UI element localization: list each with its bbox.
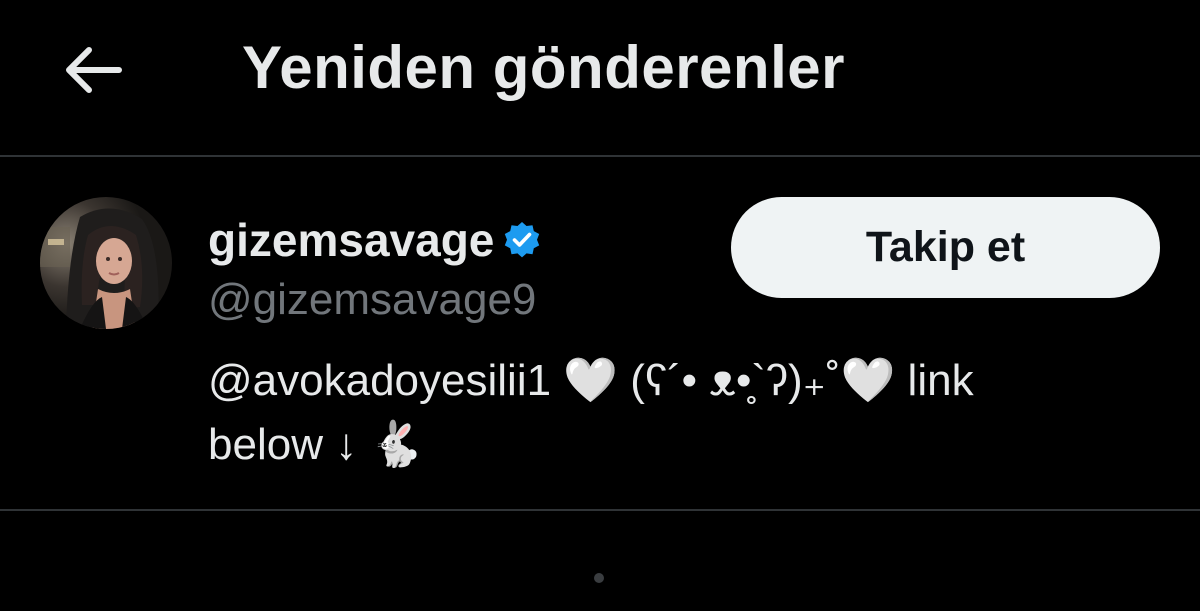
follow-button[interactable]: Takip et xyxy=(731,197,1160,298)
name-line: gizemsavage xyxy=(208,212,542,268)
display-name[interactable]: gizemsavage xyxy=(208,213,494,267)
bio-mention-link[interactable]: @avokadoyesilii1 xyxy=(208,356,551,405)
bio-text: 🤍 (ʕ´• ᴥ•̥`ʔ)₊˚🤍 link xyxy=(563,356,974,405)
bio-line-2: below ↓ 🐇 xyxy=(208,420,425,469)
user-list-item[interactable]: gizemsavage @gizemsavage9 Takip et @avok… xyxy=(0,157,1200,509)
page-title: Yeniden gönderenler xyxy=(242,34,845,101)
user-handle: @gizemsavage9 xyxy=(208,275,537,324)
loading-indicator xyxy=(594,573,604,583)
verified-badge-icon xyxy=(502,220,542,260)
user-bio: @avokadoyesilii1 🤍 (ʕ´• ᴥ•̥`ʔ)₊˚🤍 link b… xyxy=(208,349,1168,477)
retweeters-screen: Yeniden gönderenler gizemsavage @gizemsa… xyxy=(0,0,1200,611)
divider xyxy=(0,509,1200,511)
header: Yeniden gönderenler xyxy=(0,0,1200,156)
arrow-left-icon xyxy=(66,47,122,93)
back-button[interactable] xyxy=(58,34,130,106)
avatar[interactable] xyxy=(40,197,172,329)
bio-line-1: @avokadoyesilii1 🤍 (ʕ´• ᴥ•̥`ʔ)₊˚🤍 link xyxy=(208,349,1168,413)
